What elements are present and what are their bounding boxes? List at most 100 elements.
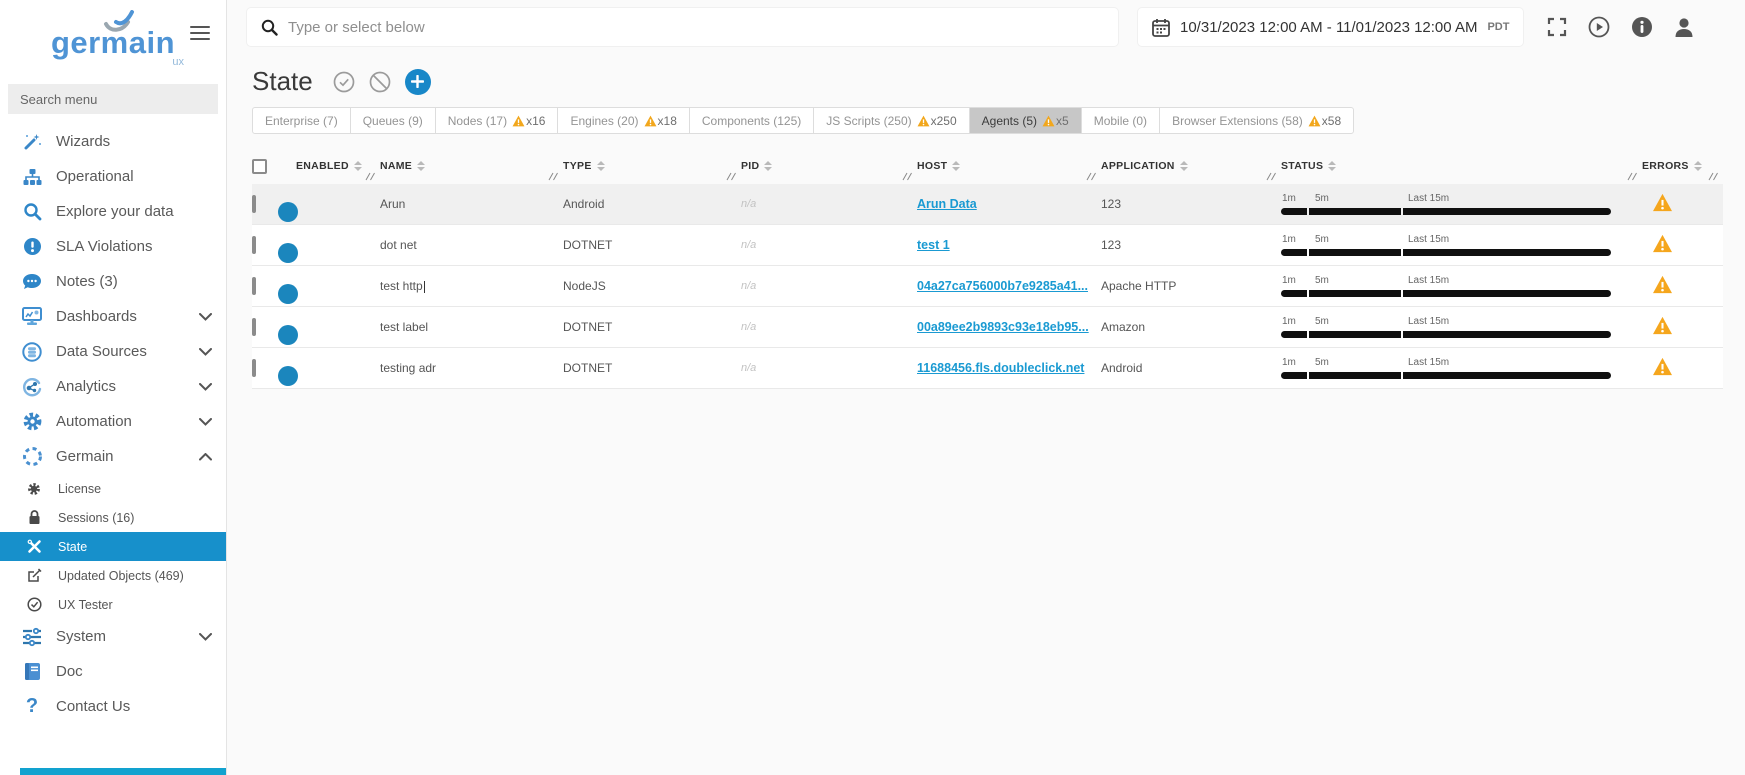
row-checkbox[interactable] [252, 318, 256, 336]
select-all-checkbox[interactable] [252, 159, 267, 174]
user-icon[interactable] [1674, 17, 1694, 38]
sliders-icon [20, 627, 44, 647]
column-header-status[interactable]: STATUS [1281, 148, 1642, 184]
sidebar-item-notes[interactable]: Notes (3) [0, 264, 226, 299]
host-link[interactable]: test 1 [917, 238, 950, 252]
sidebar-item-operational[interactable]: Operational [0, 159, 226, 194]
sort-icon[interactable] [1180, 161, 1188, 171]
table-row[interactable]: test label DOTNET n/a 00a89ee2b9893c93e1… [252, 307, 1723, 348]
column-resize-handle[interactable] [726, 170, 737, 184]
fullscreen-icon[interactable] [1547, 17, 1567, 37]
table-row[interactable]: Arun Android n/a Arun Data 123 1m5mLast … [252, 184, 1723, 225]
sidebar-item-doc[interactable]: Doc [0, 654, 226, 689]
sort-icon[interactable] [764, 161, 772, 171]
error-warning-icon[interactable] [1652, 357, 1673, 376]
sidebar-item-automation[interactable]: Automation [0, 404, 226, 439]
disable-ban-icon[interactable] [369, 71, 391, 93]
sidebar-item-contact-us[interactable]: ? Contact Us [0, 689, 226, 724]
chevron-down-icon [199, 343, 212, 361]
row-checkbox[interactable] [252, 236, 256, 254]
host-link[interactable]: 11688456.fls.doubleclick.net [917, 361, 1084, 375]
tab-queues[interactable]: Queues (9) [351, 108, 436, 133]
column-resize-handle[interactable] [548, 170, 559, 184]
sort-icon[interactable] [597, 161, 605, 171]
sidebar-item-germain[interactable]: Germain [0, 439, 226, 474]
sidebar-item-label: Automation [56, 413, 199, 430]
tab-agents[interactable]: Agents (5) x5 [970, 108, 1082, 133]
tab-enterprise[interactable]: Enterprise (7) [253, 108, 351, 133]
column-resize-handle[interactable] [1627, 170, 1638, 184]
sidebar-item-updated-objects[interactable]: Updated Objects (469) [0, 561, 226, 590]
column-header-errors[interactable]: ERRORS [1642, 148, 1723, 184]
global-search-input[interactable] [288, 19, 1104, 36]
sidebar-item-label: Wizards [56, 133, 212, 150]
main-content: 10/31/2023 12:00 AM - 11/01/2023 12:00 A… [227, 0, 1745, 775]
column-resize-handle[interactable] [1086, 170, 1097, 184]
column-header-name[interactable]: NAME [380, 148, 563, 184]
column-header-enabled[interactable]: ENABLED [296, 148, 380, 184]
host-link[interactable]: 00a89ee2b9893c93e18eb95... [917, 320, 1089, 334]
table-row[interactable]: dot net DOTNET n/a test 1 123 1m5mLast 1… [252, 225, 1723, 266]
tab-mobile[interactable]: Mobile (0) [1082, 108, 1160, 133]
column-header-pid[interactable]: PID [741, 148, 917, 184]
sidebar-item-state[interactable]: State [0, 532, 226, 561]
column-resize-handle[interactable] [365, 170, 376, 184]
tab-nodes[interactable]: Nodes (17) x16 [436, 108, 559, 133]
sidebar-item-label: Germain [56, 448, 199, 465]
tab-components[interactable]: Components (125) [690, 108, 814, 133]
date-range-picker[interactable]: 10/31/2023 12:00 AM - 11/01/2023 12:00 A… [1138, 8, 1523, 46]
warning-badge: x250 [917, 114, 957, 128]
tab-js-scripts[interactable]: JS Scripts (250) x250 [814, 108, 969, 133]
enable-check-circle-icon[interactable] [333, 71, 355, 93]
sort-icon[interactable] [354, 161, 362, 171]
sidebar-item-explore-your-data[interactable]: Explore your data [0, 194, 226, 229]
tab-browser-extensions[interactable]: Browser Extensions (58) x58 [1160, 108, 1353, 133]
row-checkbox[interactable] [252, 359, 256, 377]
sidebar-item-sla-violations[interactable]: SLA Violations [0, 229, 226, 264]
host-link[interactable]: Arun Data [917, 197, 977, 211]
sidebar-item-system[interactable]: System [0, 619, 226, 654]
sort-icon[interactable] [1694, 161, 1702, 171]
sidebar-item-data-sources[interactable]: Data Sources [0, 334, 226, 369]
sidebar-item-analytics[interactable]: Analytics [0, 369, 226, 404]
column-resize-handle[interactable] [902, 170, 913, 184]
add-button[interactable] [405, 69, 431, 95]
sidebar-item-label: Sessions (16) [58, 511, 134, 525]
text-caret [424, 281, 425, 293]
table-row[interactable]: testing adr DOTNET n/a 11688456.fls.doub… [252, 348, 1723, 389]
error-warning-icon[interactable] [1652, 316, 1673, 335]
sidebar-item-sessions[interactable]: Sessions (16) [0, 503, 226, 532]
check-circle-icon [24, 597, 44, 612]
tab-engines[interactable]: Engines (20) x18 [558, 108, 689, 133]
column-resize-handle[interactable] [1708, 170, 1719, 184]
host-link[interactable]: 04a27ca756000b7e9285a41... [917, 279, 1088, 293]
sort-icon[interactable] [952, 161, 960, 171]
cell-name: dot net [380, 238, 563, 252]
sidebar-search-input[interactable] [8, 84, 218, 114]
sort-icon[interactable] [417, 161, 425, 171]
row-checkbox[interactable] [252, 195, 256, 213]
book-icon [20, 662, 44, 681]
error-warning-icon[interactable] [1652, 275, 1673, 294]
alert-circle-icon [20, 237, 44, 256]
timezone-label: PDT [1487, 21, 1509, 33]
sidebar-item-label: Explore your data [56, 203, 212, 220]
play-circle-icon[interactable] [1588, 16, 1610, 38]
sidebar-item-dashboards[interactable]: Dashboards [0, 299, 226, 334]
sidebar-item-ux-tester[interactable]: UX Tester [0, 590, 226, 619]
column-header-application[interactable]: APPLICATION [1101, 148, 1281, 184]
info-circle-icon[interactable] [1631, 16, 1653, 38]
sidebar-item-wizards[interactable]: Wizards [0, 124, 226, 159]
column-header-host[interactable]: HOST [917, 148, 1101, 184]
cell-name: testing adr [380, 361, 563, 375]
error-warning-icon[interactable] [1652, 234, 1673, 253]
sort-icon[interactable] [1328, 161, 1336, 171]
row-checkbox[interactable] [252, 277, 256, 295]
sidebar-item-label: Analytics [56, 378, 199, 395]
column-resize-handle[interactable] [1266, 170, 1277, 184]
sidebar-item-license[interactable]: License [0, 474, 226, 503]
error-warning-icon[interactable] [1652, 193, 1673, 212]
column-header-type[interactable]: TYPE [563, 148, 741, 184]
warning-triangle-icon [644, 115, 657, 127]
table-row[interactable]: test http NodeJS n/a 04a27ca756000b7e928… [252, 266, 1723, 307]
